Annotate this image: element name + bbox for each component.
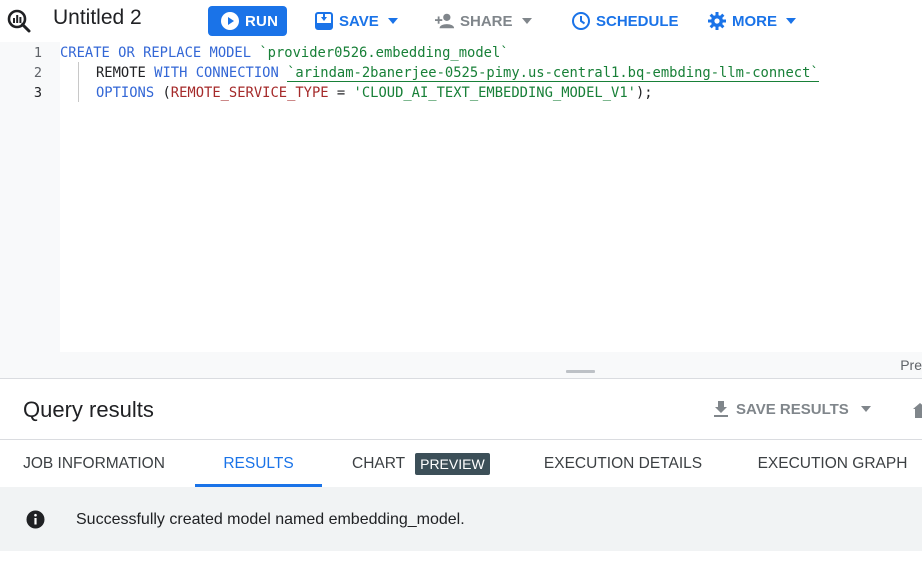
play-circle-icon [221, 12, 239, 30]
tab-chart[interactable]: CHART PREVIEW [335, 441, 505, 487]
tab-label: EXECUTION DETAILS [543, 455, 703, 472]
line-number: 2 [33, 65, 42, 81]
person-add-icon [435, 13, 455, 29]
schedule-button[interactable]: SCHEDULE [571, 6, 679, 36]
tab-label: RESULTS [223, 455, 294, 472]
clock-icon [572, 12, 590, 30]
sql-keyword: WITH CONNECTION [154, 65, 279, 81]
sql-punct: ); [635, 85, 653, 101]
query-results-title: Query results [23, 397, 154, 422]
results-tabs: JOB INFORMATION RESULTS CHART PREVIEW EX… [0, 441, 922, 487]
sql-string: 'CLOUD_AI_TEXT_EMBEDDING_MODEL_V1' [353, 85, 636, 101]
sql-editor[interactable]: 1 2 3 CREATE OR REPLACE MODEL `provider0… [0, 42, 922, 352]
tab-label: CHART [352, 455, 406, 472]
share-button-label: SHARE [460, 12, 513, 30]
sql-identifier: `provider0526.embedding_model` [259, 45, 509, 61]
panel-splitter[interactable] [0, 352, 922, 379]
sql-option-name: REMOTE_SERVICE_TYPE [170, 85, 329, 101]
indent-guide [78, 62, 79, 102]
download-icon [714, 401, 728, 417]
run-button[interactable]: RUN [208, 6, 287, 36]
editor-toolbar: Untitled 2 RUN SAVE SHARE SCHEDULE MORE [0, 0, 922, 42]
save-results-button[interactable]: SAVE RESULTS [712, 400, 871, 418]
drag-handle[interactable] [566, 370, 595, 373]
tab-label: EXECUTION GRAPH [757, 455, 908, 472]
code-line-1: CREATE OR REPLACE MODEL `provider0526.em… [60, 43, 509, 63]
editor-overflow-label: Pre [900, 357, 922, 373]
chevron-down-icon [387, 18, 398, 24]
more-button[interactable]: MORE [707, 6, 796, 36]
chevron-down-icon [860, 406, 871, 412]
chevron-down-icon [786, 18, 796, 24]
code-line-2: REMOTE WITH CONNECTION `arindam-2banerje… [96, 63, 819, 83]
line-number: 1 [33, 45, 42, 61]
schedule-button-label: SCHEDULE [596, 12, 679, 30]
tab-execution-graph[interactable]: EXECUTION GRAPH [745, 441, 920, 487]
info-icon [26, 510, 45, 529]
sql-keyword: OPTIONS [96, 85, 155, 101]
sql-identifier: `arindam-2banerjee-0525-pimy.us-central1… [287, 65, 819, 82]
tab-results[interactable]: RESULTS [195, 441, 322, 487]
run-button-label: RUN [245, 12, 279, 30]
sql-operator: = [328, 85, 354, 101]
sql-punct: ( [154, 85, 171, 101]
result-message: Successfully created model named embeddi… [76, 511, 465, 528]
tab-execution-details[interactable]: EXECUTION DETAILS [530, 441, 716, 487]
more-button-label: MORE [732, 12, 777, 30]
chevron-down-icon [521, 18, 532, 24]
save-icon [315, 12, 333, 30]
query-results-header: Query results SAVE RESULTS [0, 380, 922, 440]
code-line-3: OPTIONS (REMOTE_SERVICE_TYPE = 'CLOUD_AI… [96, 83, 653, 103]
query-tab-title[interactable]: Untitled 2 [53, 6, 142, 30]
sql-keyword: REMOTE [96, 65, 146, 81]
line-number-active: 3 [33, 85, 42, 101]
save-button-label: SAVE [339, 12, 379, 30]
explore-icon[interactable] [912, 402, 922, 420]
gear-icon [708, 12, 726, 30]
share-button[interactable]: SHARE [435, 6, 532, 36]
tab-label: JOB INFORMATION [23, 455, 165, 472]
preview-badge: PREVIEW [415, 453, 490, 475]
save-results-label: SAVE RESULTS [736, 400, 849, 418]
query-icon [7, 9, 31, 33]
result-message-bar: Successfully created model named embeddi… [0, 487, 922, 551]
tab-job-information[interactable]: JOB INFORMATION [0, 441, 188, 487]
sql-keyword: CREATE OR REPLACE MODEL [60, 45, 252, 61]
save-button[interactable]: SAVE [314, 6, 398, 36]
